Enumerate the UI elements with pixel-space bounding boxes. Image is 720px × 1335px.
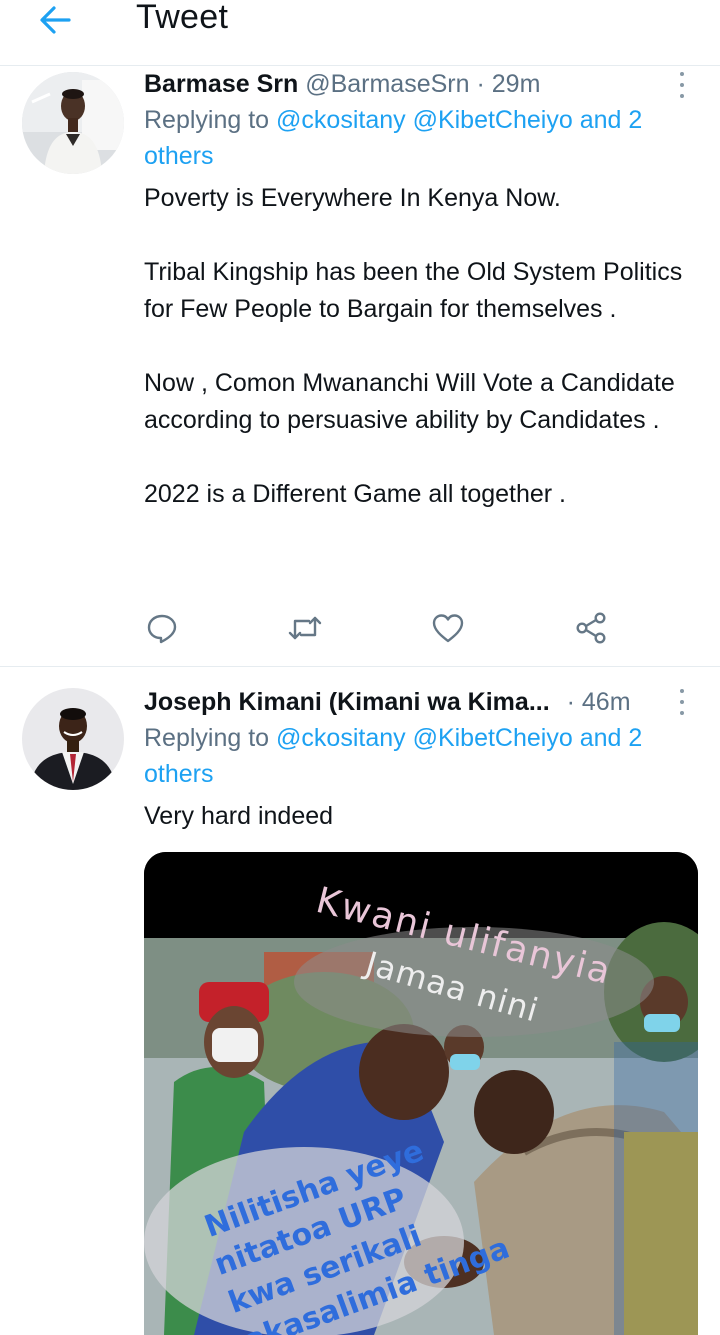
timestamp[interactable]: · 46m xyxy=(567,688,631,716)
tweet-paragraph: 2022 is a Different Game all together . xyxy=(144,480,566,508)
replying-to: Replying to @ckositany @KibetCheiyo and … xyxy=(144,102,694,174)
share-button[interactable] xyxy=(573,608,609,648)
reply-button[interactable] xyxy=(144,608,180,648)
heart-icon xyxy=(432,614,464,643)
tweet-paragraph: Tribal Kingship has been the Old System … xyxy=(144,258,683,323)
share-icon xyxy=(576,612,606,644)
tweet-text: Poverty is Everywhere In Kenya Now. Trib… xyxy=(144,180,694,513)
tweet-paragraph: Now , Comon Mwananchi Will Vote a Candid… xyxy=(144,369,675,434)
tweet-actions xyxy=(144,608,614,648)
tweet-meta: Joseph Kimani (Kimani wa Kima... · 46m xyxy=(144,685,694,719)
tweet-paragraph: Poverty is Everywhere In Kenya Now. xyxy=(144,184,561,212)
replying-to-label: Replying to xyxy=(144,106,270,134)
display-name[interactable]: Barmase Srn xyxy=(144,70,298,98)
display-name[interactable]: Joseph Kimani (Kimani wa Kima... xyxy=(144,688,550,716)
more-options-button[interactable] xyxy=(678,72,686,98)
avatar[interactable] xyxy=(22,72,124,174)
tweet[interactable]: Barmase Srn @BarmaseSrn · 29m Replying t… xyxy=(0,0,720,666)
tweet-meta: Barmase Srn @BarmaseSrn · 29m xyxy=(144,67,694,101)
tweet-paragraph: Very hard indeed xyxy=(144,802,334,830)
like-button[interactable] xyxy=(430,608,466,648)
avatar[interactable] xyxy=(22,688,124,790)
replying-to: Replying to @ckositany @KibetCheiyo and … xyxy=(144,720,694,792)
comment-icon xyxy=(147,614,177,644)
timestamp[interactable]: · 29m xyxy=(476,70,540,98)
replying-to-label: Replying to xyxy=(144,724,270,752)
tweet-image[interactable]: Kwani ulifanyia Jamaa nini Nilitisha yey… xyxy=(144,852,698,1335)
more-options-button[interactable] xyxy=(678,689,686,715)
retweet-icon xyxy=(288,616,322,640)
retweet-button[interactable] xyxy=(287,608,323,648)
tweet-text: Very hard indeed xyxy=(144,798,694,835)
user-handle[interactable]: @BarmaseSrn xyxy=(305,70,469,98)
